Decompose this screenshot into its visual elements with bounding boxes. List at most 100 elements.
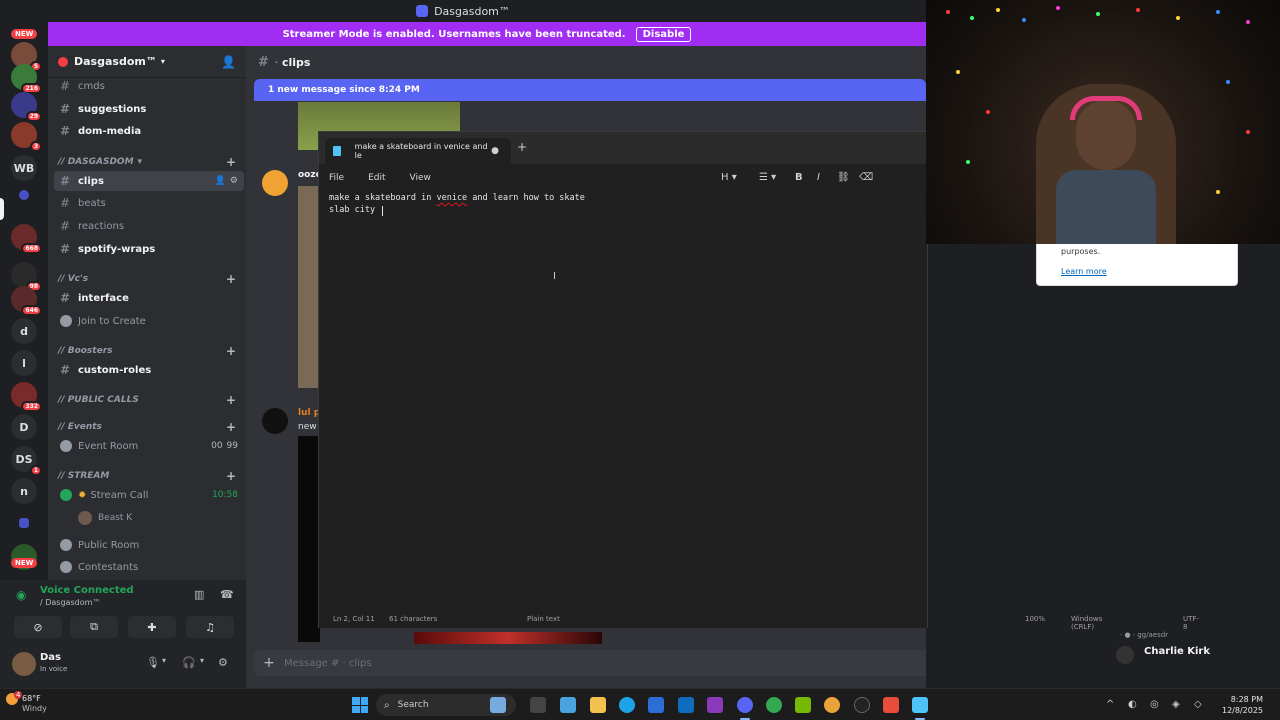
server-icon[interactable]: 98 <box>11 262 42 292</box>
gear-icon[interactable]: ⚙ <box>230 176 238 186</box>
chrome-canary-icon[interactable] <box>824 697 840 713</box>
volume-icon[interactable]: ◈ <box>1172 699 1180 710</box>
add-channel-icon[interactable]: + <box>226 155 236 169</box>
bold-icon[interactable]: B <box>795 172 803 183</box>
format-indicator[interactable]: Plain text <box>527 615 560 623</box>
folder-icon[interactable] <box>19 190 29 200</box>
folder-icon[interactable] <box>19 518 29 528</box>
message-author[interactable]: lul p <box>298 408 320 418</box>
menu-file[interactable]: File <box>329 173 344 183</box>
nvidia-icon[interactable] <box>795 697 811 713</box>
microphone-icon[interactable]: 🎙 <box>146 656 160 669</box>
category-vcs[interactable]: // Vc's + <box>58 271 244 287</box>
zoom-level[interactable]: 100% <box>1025 615 1045 623</box>
menu-view[interactable]: View <box>410 173 431 183</box>
server-icon[interactable]: 646 <box>11 286 42 316</box>
menu-edit[interactable]: Edit <box>368 173 385 183</box>
soundboard-button[interactable]: ♫ <box>186 616 234 638</box>
line-endings[interactable]: Windows (CRLF) <box>1071 615 1102 631</box>
channel-reactions[interactable]: # reactions <box>54 216 244 236</box>
chevron-down-icon[interactable]: ▾ <box>162 656 166 665</box>
channel-spotify-wraps[interactable]: # spotify-wraps <box>54 239 244 259</box>
text-editor[interactable]: make a skateboard in venice and learn ho… <box>329 192 585 216</box>
new-tab-button[interactable]: + <box>517 140 527 154</box>
avatar[interactable] <box>12 652 36 676</box>
add-channel-icon[interactable]: + <box>226 420 236 434</box>
clip-thumbnail[interactable] <box>298 186 320 388</box>
link-icon[interactable]: ⛓ <box>837 172 850 183</box>
edge-icon[interactable] <box>619 697 635 713</box>
category-dasgasdom[interactable]: // DASGASDOM ▾ + <box>58 154 244 170</box>
activities-button[interactable]: ✚ <box>128 616 176 638</box>
network-icon[interactable]: ◎ <box>1150 699 1159 710</box>
heading-icon[interactable]: H ▾ <box>721 172 737 183</box>
channel-cmds[interactable]: # cmds <box>54 76 244 96</box>
clip-thumbnail[interactable] <box>298 436 320 642</box>
add-channel-icon[interactable]: + <box>226 469 236 483</box>
channel-join-to-create[interactable]: Join to Create <box>54 311 244 331</box>
start-button[interactable] <box>352 697 368 713</box>
add-channel-icon[interactable]: + <box>226 344 236 358</box>
chrome-icon[interactable] <box>766 697 782 713</box>
outlook-icon[interactable] <box>678 697 694 713</box>
misspelled-word[interactable]: venice <box>436 193 467 203</box>
obs-icon[interactable] <box>707 697 723 713</box>
camera-button[interactable]: ⊘ <box>14 616 62 638</box>
voice-member[interactable]: Beast K <box>78 511 132 525</box>
channel-dom-media[interactable]: # dom-media <box>54 121 244 141</box>
server-icon[interactable]: l <box>11 350 37 376</box>
tab-document[interactable]: make a skateboard in venice and le ● <box>325 138 511 164</box>
add-member-icon[interactable]: 👤 <box>215 176 226 186</box>
copilot-icon[interactable] <box>560 697 576 713</box>
noise-suppression-icon[interactable]: ▥ <box>194 588 204 601</box>
category-public-calls[interactable]: // PUBLIC CALLS + <box>58 392 244 408</box>
category-boosters[interactable]: // Boosters + <box>58 343 244 359</box>
server-icon[interactable]: n <box>11 478 37 504</box>
add-channel-icon[interactable]: + <box>226 272 236 286</box>
clip-thumbnail[interactable] <box>414 632 602 644</box>
add-channel-icon[interactable]: + <box>226 393 236 407</box>
channel-contestants[interactable]: Contestants <box>54 557 244 577</box>
server-header[interactable]: Dasgasdom™ ▾ 👤 <box>48 46 246 78</box>
learn-more-link[interactable]: Learn more <box>1061 267 1107 276</box>
channel-event-room[interactable]: Event Room 00 99 <box>54 436 244 456</box>
channel-beats[interactable]: # beats <box>54 193 244 213</box>
voice-status[interactable]: Voice Connected <box>40 585 134 596</box>
chevron-up-icon[interactable]: ^ <box>1106 699 1114 710</box>
screen-share-button[interactable]: ⧉ <box>70 616 118 638</box>
server-icon[interactable]: 3 <box>11 122 42 152</box>
disable-button[interactable]: Disable <box>635 26 692 42</box>
channel-stream-call[interactable]: ✹ Stream Call 10:58 <box>54 485 244 505</box>
add-attachment-icon[interactable]: + <box>254 655 284 671</box>
channel-custom-roles[interactable]: # custom-roles <box>54 360 244 380</box>
server-icon[interactable]: 668 <box>11 224 42 254</box>
server-icon[interactable]: DS 1 <box>11 446 42 476</box>
avatar[interactable] <box>262 408 288 434</box>
task-view-icon[interactable] <box>530 697 546 713</box>
invite-people-icon[interactable]: 👤 <box>221 55 236 69</box>
avatar[interactable] <box>262 170 288 196</box>
italic-icon[interactable]: I <box>817 172 820 183</box>
server-icon[interactable]: 332 <box>11 382 42 412</box>
server-icon[interactable]: d <box>11 318 37 344</box>
new-message-bar[interactable]: 1 new message since 8:24 PM <box>254 79 926 101</box>
server-icon[interactable]: 29 <box>11 92 42 122</box>
unsaved-dot-icon[interactable]: ● <box>491 146 499 156</box>
channel-interface[interactable]: # interface <box>54 288 244 308</box>
clear-formatting-icon[interactable]: ⌫ <box>859 172 873 183</box>
weather-widget[interactable]: 68°F Windy <box>22 694 47 714</box>
channel-public-room[interactable]: Public Room <box>54 535 244 555</box>
member-name[interactable]: Charlie Kirk <box>1144 646 1210 657</box>
clock[interactable]: 8:28 PM 12/8/2025 <box>1222 694 1263 716</box>
app-icon[interactable] <box>854 697 870 713</box>
search-highlight-icon[interactable] <box>490 697 506 713</box>
avatar[interactable] <box>1116 646 1134 664</box>
signal-icon[interactable]: ◉ <box>16 588 26 602</box>
category-events[interactable]: // Events + <box>58 419 244 435</box>
channel-suggestions[interactable]: # suggestions <box>54 99 244 119</box>
file-explorer-icon[interactable] <box>590 697 606 713</box>
app-icon[interactable] <box>883 697 899 713</box>
server-icon[interactable]: D <box>11 414 37 440</box>
discord-icon[interactable] <box>737 697 753 713</box>
list-icon[interactable]: ☰ ▾ <box>759 172 776 183</box>
